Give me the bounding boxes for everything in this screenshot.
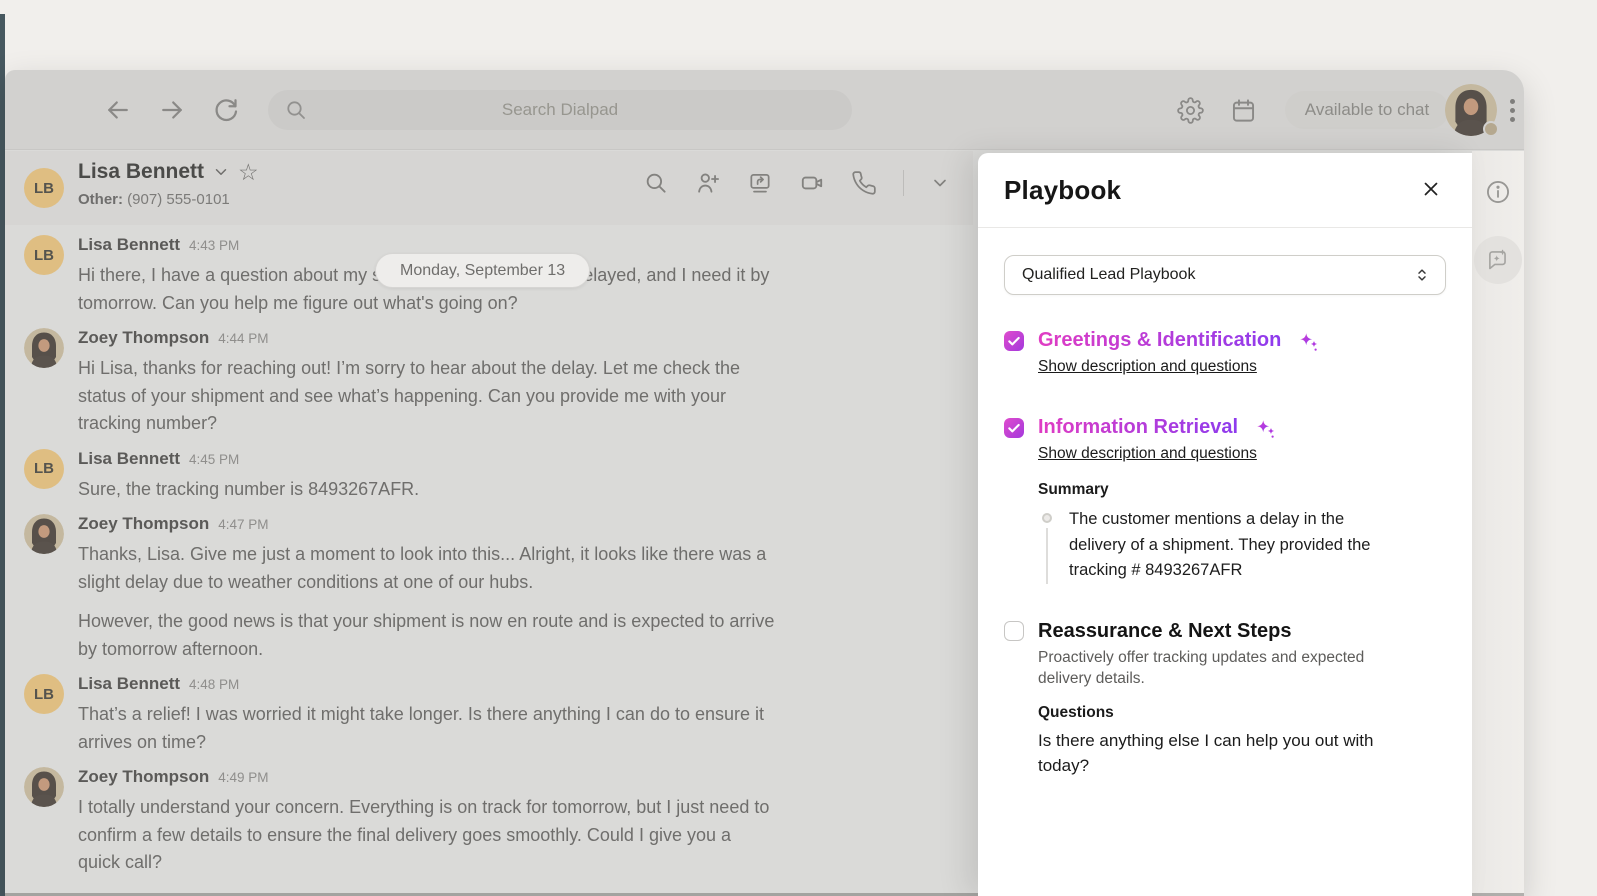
message-timestamp: 4:49 PM (218, 770, 268, 785)
playbook-title: Playbook (1004, 175, 1121, 206)
top-bar: Available to chat (5, 70, 1524, 150)
checkbox-checked[interactable] (1004, 418, 1024, 438)
playbook-select[interactable]: Qualified Lead Playbook (1004, 255, 1446, 295)
message-timestamp: 4:45 PM (189, 452, 239, 467)
search-icon (284, 98, 308, 122)
message: Zoey Thompson 4:49 PM I totally understa… (24, 767, 973, 877)
date-separator-pill: Monday, September 13 (375, 253, 590, 288)
message-avatar: LB (24, 235, 64, 317)
initials-avatar: LB (24, 235, 64, 275)
more-actions-chevron-icon[interactable] (930, 173, 950, 193)
message-author: Lisa Bennett (78, 235, 180, 255)
initials-avatar: LB (24, 449, 64, 489)
message-avatar: LB (24, 674, 64, 756)
screen-share-icon[interactable] (747, 170, 773, 196)
playbook-item-information: Information Retrieval (1004, 416, 1446, 439)
right-rail (1472, 151, 1524, 896)
playbook-item-reassurance: Reassurance & Next Steps (1004, 620, 1446, 643)
star-favorite-icon[interactable]: ☆ (238, 161, 259, 184)
message-avatar (24, 514, 64, 663)
questions-label: Questions (1038, 704, 1446, 722)
summary-text: The customer mentions a delay in the del… (1069, 507, 1405, 584)
message-author: Lisa Bennett (78, 449, 180, 469)
conversation-search-icon[interactable] (643, 170, 669, 196)
message-text: Sure, the tracking number is 8493267AFR. (78, 476, 419, 504)
ai-sparkle-icon (1297, 330, 1319, 352)
video-call-icon[interactable] (799, 170, 825, 196)
checkbox-checked[interactable] (1004, 331, 1024, 351)
status-dot (1483, 121, 1499, 137)
message-text: I totally understand your concern. Every… (78, 794, 778, 877)
summary-entry: The customer mentions a delay in the del… (1042, 507, 1446, 584)
info-icon[interactable] (1485, 179, 1511, 205)
message-text: Hi Lisa, thanks for reaching out! I’m so… (78, 355, 778, 438)
message-author: Lisa Bennett (78, 674, 180, 694)
contact-phone: Other: (907) 555-0101 (78, 191, 230, 208)
message-author: Zoey Thompson (78, 514, 209, 534)
playbook-panel: Playbook Qualified Lead Playbook Greetin… (978, 153, 1472, 896)
message-avatar (24, 767, 64, 877)
back-icon[interactable] (103, 95, 133, 125)
ai-assistant-icon[interactable] (1474, 236, 1522, 284)
question-text: Is there anything else I can help you ou… (1038, 728, 1422, 779)
forward-icon[interactable] (157, 95, 187, 125)
chevron-down-icon[interactable] (212, 163, 230, 181)
initials-avatar: LB (24, 674, 64, 714)
timeline-marker (1042, 507, 1052, 584)
message-timestamp: 4:48 PM (189, 677, 239, 692)
message: LB Lisa Bennett 4:48 PM That’s a relief!… (24, 674, 973, 756)
message-list: LB Lisa Bennett 4:43 PM Hi there, I have… (5, 225, 973, 896)
message-timestamp: 4:43 PM (189, 238, 239, 253)
summary-label: Summary (1038, 481, 1446, 499)
message-author: Zoey Thompson (78, 767, 209, 787)
item-description: Proactively offer tracking updates and e… (1038, 647, 1390, 690)
select-updown-icon (1413, 266, 1431, 284)
message-avatar: LB (24, 449, 64, 504)
photo-avatar (24, 328, 64, 368)
message-author: Zoey Thompson (78, 328, 209, 348)
close-icon[interactable] (1416, 175, 1446, 205)
checkbox-unchecked[interactable] (1004, 621, 1024, 641)
settings-gear-icon[interactable] (1177, 97, 1204, 124)
search-input[interactable] (268, 100, 852, 120)
message-avatar (24, 328, 64, 438)
chat-header: LB Lisa Bennett ☆ Other: (907) 555-0101 (5, 151, 973, 225)
phone-call-icon[interactable] (851, 170, 877, 196)
add-person-icon[interactable] (695, 170, 721, 196)
divider (903, 170, 904, 196)
global-search (268, 90, 852, 130)
calendar-icon[interactable] (1230, 97, 1257, 124)
photo-avatar (24, 514, 64, 554)
message: LB Lisa Bennett 4:45 PM Sure, the tracki… (24, 449, 973, 504)
show-description-link-1[interactable]: Show description and questions (1038, 358, 1257, 376)
reload-icon[interactable] (211, 95, 241, 125)
message-timestamp: 4:44 PM (218, 331, 268, 346)
message-text: Thanks, Lisa. Give me just a moment to l… (78, 541, 778, 663)
show-description-link-2[interactable]: Show description and questions (1038, 445, 1257, 463)
playbook-item-greetings: Greetings & Identification (1004, 329, 1446, 352)
overflow-menu-icon[interactable] (1503, 92, 1521, 128)
contact-name: Lisa Bennett (78, 160, 204, 184)
ai-sparkle-icon (1254, 417, 1276, 439)
message-text: That’s a relief! I was worried it might … (78, 701, 778, 756)
photo-avatar (24, 767, 64, 807)
user-avatar[interactable] (1445, 84, 1497, 136)
app-window: Available to chat LB Lisa Bennett ☆ Othe… (5, 70, 1524, 896)
message: Zoey Thompson 4:47 PM Thanks, Lisa. Give… (24, 514, 973, 663)
contact-avatar: LB (24, 168, 64, 208)
message-timestamp: 4:47 PM (218, 517, 268, 532)
availability-status-pill[interactable]: Available to chat (1285, 91, 1449, 129)
message: Zoey Thompson 4:44 PM Hi Lisa, thanks fo… (24, 328, 973, 438)
